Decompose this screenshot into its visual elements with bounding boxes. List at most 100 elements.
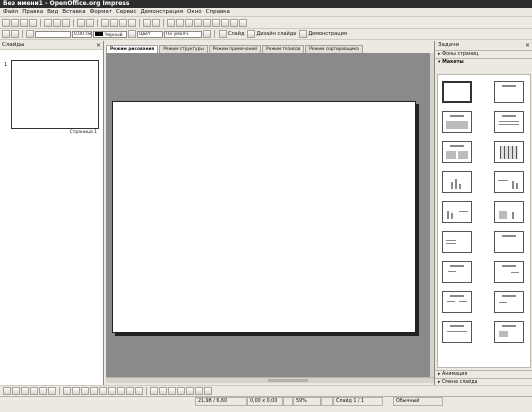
layout-blank[interactable] bbox=[442, 81, 472, 103]
layout-object-chart[interactable] bbox=[494, 201, 524, 223]
layout-four-objects[interactable] bbox=[442, 291, 472, 313]
slide-button[interactable]: Слайд bbox=[218, 30, 245, 38]
slide-design-button[interactable]: Дизайн слайда bbox=[246, 30, 297, 38]
copy-icon[interactable] bbox=[110, 18, 118, 27]
layout-text-object[interactable] bbox=[442, 231, 472, 253]
layout-object-two-text[interactable] bbox=[494, 291, 524, 313]
extrusion-icon[interactable] bbox=[177, 386, 185, 395]
layout-text-chart[interactable] bbox=[494, 171, 524, 193]
text-tool-icon[interactable] bbox=[48, 386, 56, 395]
from-file-icon[interactable] bbox=[195, 386, 203, 395]
menu-file[interactable]: Файл bbox=[3, 9, 18, 15]
menu-view[interactable]: Вид bbox=[47, 9, 58, 15]
layout-chart[interactable] bbox=[442, 171, 472, 193]
gallery-icon[interactable] bbox=[204, 386, 212, 395]
3d-objects-icon[interactable] bbox=[135, 386, 143, 395]
layout-table[interactable] bbox=[494, 141, 524, 163]
layout-chart-text[interactable] bbox=[442, 201, 472, 223]
stars-icon[interactable] bbox=[126, 386, 134, 395]
new-icon[interactable] bbox=[2, 18, 10, 27]
draw-functions-icon[interactable] bbox=[185, 18, 193, 27]
menu-window[interactable]: Окно bbox=[187, 9, 202, 15]
rotate-icon[interactable] bbox=[150, 386, 158, 395]
arrange-icon[interactable] bbox=[168, 386, 176, 395]
layout-text-two-objects[interactable] bbox=[442, 261, 472, 283]
tab-sorter-view[interactable]: Режим сортировщика bbox=[305, 45, 363, 53]
gallery-icon[interactable] bbox=[212, 18, 220, 27]
cut-icon[interactable] bbox=[101, 18, 109, 27]
callouts-icon[interactable] bbox=[117, 386, 125, 395]
navigator-icon[interactable] bbox=[203, 18, 211, 27]
section-animation[interactable]: ▸ Анимация bbox=[435, 370, 532, 378]
slide-thumbnail[interactable] bbox=[11, 60, 99, 129]
line-width-input[interactable]: 0,00 см bbox=[72, 30, 92, 38]
save-icon[interactable] bbox=[20, 18, 28, 27]
paragraph-icon[interactable] bbox=[2, 30, 10, 38]
line-tool-icon[interactable] bbox=[12, 386, 20, 395]
grid-icon[interactable] bbox=[221, 18, 229, 27]
layout-two-columns[interactable] bbox=[442, 141, 472, 163]
undo-icon[interactable] bbox=[143, 18, 151, 27]
help-icon[interactable] bbox=[239, 18, 247, 27]
basic-shapes-icon[interactable] bbox=[81, 386, 89, 395]
menu-help[interactable]: Справка bbox=[206, 9, 230, 15]
rectangle-icon[interactable] bbox=[30, 386, 38, 395]
font-icon[interactable] bbox=[11, 30, 19, 38]
ellipse-icon[interactable] bbox=[39, 386, 47, 395]
shadow-icon[interactable] bbox=[203, 30, 211, 38]
tab-notes-view[interactable]: Режим примечаний bbox=[208, 45, 262, 53]
format-paintbrush-icon[interactable] bbox=[128, 18, 136, 27]
open-icon[interactable] bbox=[11, 18, 19, 27]
close-icon[interactable]: × bbox=[96, 41, 101, 50]
area-icon[interactable] bbox=[128, 30, 136, 38]
close-icon[interactable]: × bbox=[525, 41, 530, 50]
layout-vertical-title-text[interactable] bbox=[494, 321, 524, 343]
autospell-icon[interactable] bbox=[86, 18, 94, 27]
chart-icon[interactable] bbox=[167, 18, 175, 27]
email-icon[interactable] bbox=[29, 18, 37, 27]
arrow-line-icon[interactable] bbox=[21, 386, 29, 395]
menu-format[interactable]: Формат bbox=[90, 9, 112, 15]
menu-edit[interactable]: Правка bbox=[22, 9, 43, 15]
tab-drawing-view[interactable]: Режим рисования bbox=[106, 45, 159, 53]
edit-file-icon[interactable] bbox=[44, 18, 52, 27]
spellcheck-icon[interactable] bbox=[77, 18, 85, 27]
connector-icon[interactable] bbox=[72, 386, 80, 395]
layout-title-content[interactable] bbox=[442, 111, 472, 133]
curve-icon[interactable] bbox=[63, 386, 71, 395]
demonstration-button[interactable]: Демонстрация bbox=[298, 30, 348, 38]
print-icon[interactable] bbox=[62, 18, 70, 27]
tab-outline-view[interactable]: Режим структуры bbox=[159, 45, 208, 53]
section-master-pages[interactable]: ▸ Фоны страниц bbox=[435, 50, 532, 58]
fontwork-icon[interactable] bbox=[186, 386, 194, 395]
menu-insert[interactable]: Вставка bbox=[62, 9, 85, 15]
zoom-icon[interactable] bbox=[230, 18, 238, 27]
line-style-icon[interactable] bbox=[26, 30, 34, 38]
block-arrows-icon[interactable] bbox=[99, 386, 107, 395]
export-pdf-icon[interactable] bbox=[53, 18, 61, 27]
redo-icon[interactable] bbox=[152, 18, 160, 27]
select-arrow-icon[interactable] bbox=[3, 386, 11, 395]
status-zoom[interactable]: 59% bbox=[293, 397, 321, 406]
paste-icon[interactable] bbox=[119, 18, 127, 27]
flowchart-icon[interactable] bbox=[108, 386, 116, 395]
layout-title-vertical-text[interactable] bbox=[442, 321, 472, 343]
layout-object[interactable] bbox=[494, 231, 524, 253]
section-layouts[interactable]: ▾ Макеты bbox=[435, 58, 532, 66]
layout-title-only[interactable] bbox=[494, 81, 524, 103]
area-style-select[interactable]: Цвет bbox=[137, 30, 163, 38]
hyperlink-icon[interactable] bbox=[194, 18, 202, 27]
menu-tools[interactable]: Сервис bbox=[116, 9, 137, 15]
table-icon[interactable] bbox=[176, 18, 184, 27]
align-icon[interactable] bbox=[159, 386, 167, 395]
menu-slideshow[interactable]: Демонстрация bbox=[141, 9, 184, 15]
scroll-thumb[interactable] bbox=[268, 379, 308, 382]
line-color-select[interactable]: Черный bbox=[93, 30, 127, 38]
layout-two-objects-text[interactable] bbox=[494, 261, 524, 283]
horizontal-scrollbar[interactable] bbox=[106, 377, 434, 383]
tab-handout-view[interactable]: Режим тезисов bbox=[262, 45, 305, 53]
slide-page[interactable] bbox=[112, 101, 416, 333]
layout-title-text[interactable] bbox=[494, 111, 524, 133]
line-style-select[interactable] bbox=[35, 30, 71, 38]
symbol-shapes-icon[interactable] bbox=[90, 386, 98, 395]
